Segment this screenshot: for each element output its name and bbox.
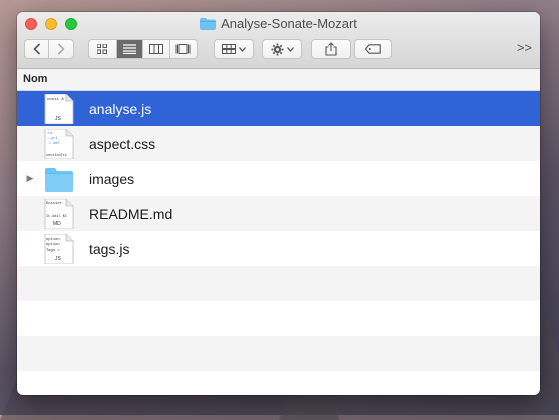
chevron-left-icon (32, 43, 40, 55)
svg-text:It.dail Kt: It.dail Kt (46, 214, 67, 219)
list-view-button[interactable] (116, 40, 144, 58)
file-name: tags.js (89, 240, 130, 257)
chevron-down-icon (239, 46, 246, 52)
gallery-view-icon (175, 44, 191, 54)
back-button[interactable] (25, 40, 50, 58)
icon-view-icon (97, 44, 108, 54)
svg-text:= #ef: = #ef (49, 141, 60, 146)
toolbar-overflow-button[interactable]: >> (517, 40, 532, 55)
list-view-icon (122, 44, 136, 54)
svg-text::ro: :ro (46, 131, 52, 136)
disclosure-triangle-icon[interactable]: ▶ (25, 173, 35, 184)
file-row-analyse-js[interactable]: const A JS analyse.js (17, 91, 540, 126)
empty-row (17, 336, 540, 371)
md-file-icon: Dossier It.dail Kt MD (44, 199, 74, 229)
title-bar: Analyse-Sonate-Mozart >> (17, 12, 540, 69)
svg-text:JS: JS (55, 256, 62, 262)
js-file-icon: option option Tags = JS (44, 234, 74, 264)
file-name: aspect.css (89, 135, 156, 152)
chevron-down-icon (286, 46, 294, 52)
file-row-readme-md[interactable]: Dossier It.dail Kt MD README.md (17, 196, 540, 231)
arrange-button[interactable] (214, 39, 254, 59)
svg-text:option: option (46, 242, 60, 247)
file-row-aspect-css[interactable]: :ro --pri = #ef sectionTit aspect.css (17, 126, 540, 161)
window-title-text: Analyse-Sonate-Mozart (221, 16, 357, 31)
svg-text:const A: const A (47, 98, 64, 102)
file-row-tags-js[interactable]: option option Tags = JS tags.js (17, 231, 540, 266)
icon-view-button[interactable] (89, 40, 117, 58)
nav-buttons (24, 39, 74, 59)
empty-row (17, 266, 540, 301)
view-mode-selector (88, 39, 198, 59)
folder-row-images[interactable]: ▶ images (17, 161, 540, 196)
share-button[interactable] (311, 39, 351, 59)
svg-text:MD: MD (53, 221, 61, 227)
chevron-right-icon (57, 43, 65, 55)
file-name: analyse.js (89, 100, 152, 117)
svg-text:option: option (46, 237, 60, 242)
column-view-button[interactable] (143, 40, 170, 58)
gear-icon (271, 43, 283, 55)
arrange-grid-icon (222, 44, 236, 54)
css-file-icon: :ro --pri = #ef sectionTit (44, 129, 74, 159)
svg-text:sectionTit: sectionTit (46, 153, 67, 158)
svg-text:Tags =: Tags = (46, 249, 60, 253)
svg-text:JS: JS (55, 116, 62, 122)
action-button[interactable] (262, 39, 302, 59)
tag-icon (365, 44, 381, 54)
empty-row (17, 301, 540, 336)
js-file-icon: const A JS (44, 94, 74, 124)
svg-text:Dossier: Dossier (46, 201, 62, 206)
file-list: const A JS analyse.js :ro --pri = #ef se… (17, 91, 540, 395)
file-name: images (89, 170, 135, 187)
gallery-view-button[interactable] (170, 40, 197, 58)
toolbar: >> (24, 39, 532, 61)
column-view-icon (148, 44, 163, 54)
folder-icon (200, 17, 217, 30)
tags-button[interactable] (354, 39, 392, 59)
svg-text:--pri: --pri (47, 136, 58, 141)
column-header-name[interactable]: Nom (17, 69, 540, 91)
finder-window: Analyse-Sonate-Mozart >> Nom const A JS … (17, 12, 540, 395)
file-name: README.md (89, 205, 173, 222)
share-icon (325, 42, 337, 56)
folder-icon (45, 168, 73, 192)
forward-button[interactable] (49, 40, 73, 58)
window-title: Analyse-Sonate-Mozart (17, 16, 540, 31)
empty-row (17, 371, 540, 395)
